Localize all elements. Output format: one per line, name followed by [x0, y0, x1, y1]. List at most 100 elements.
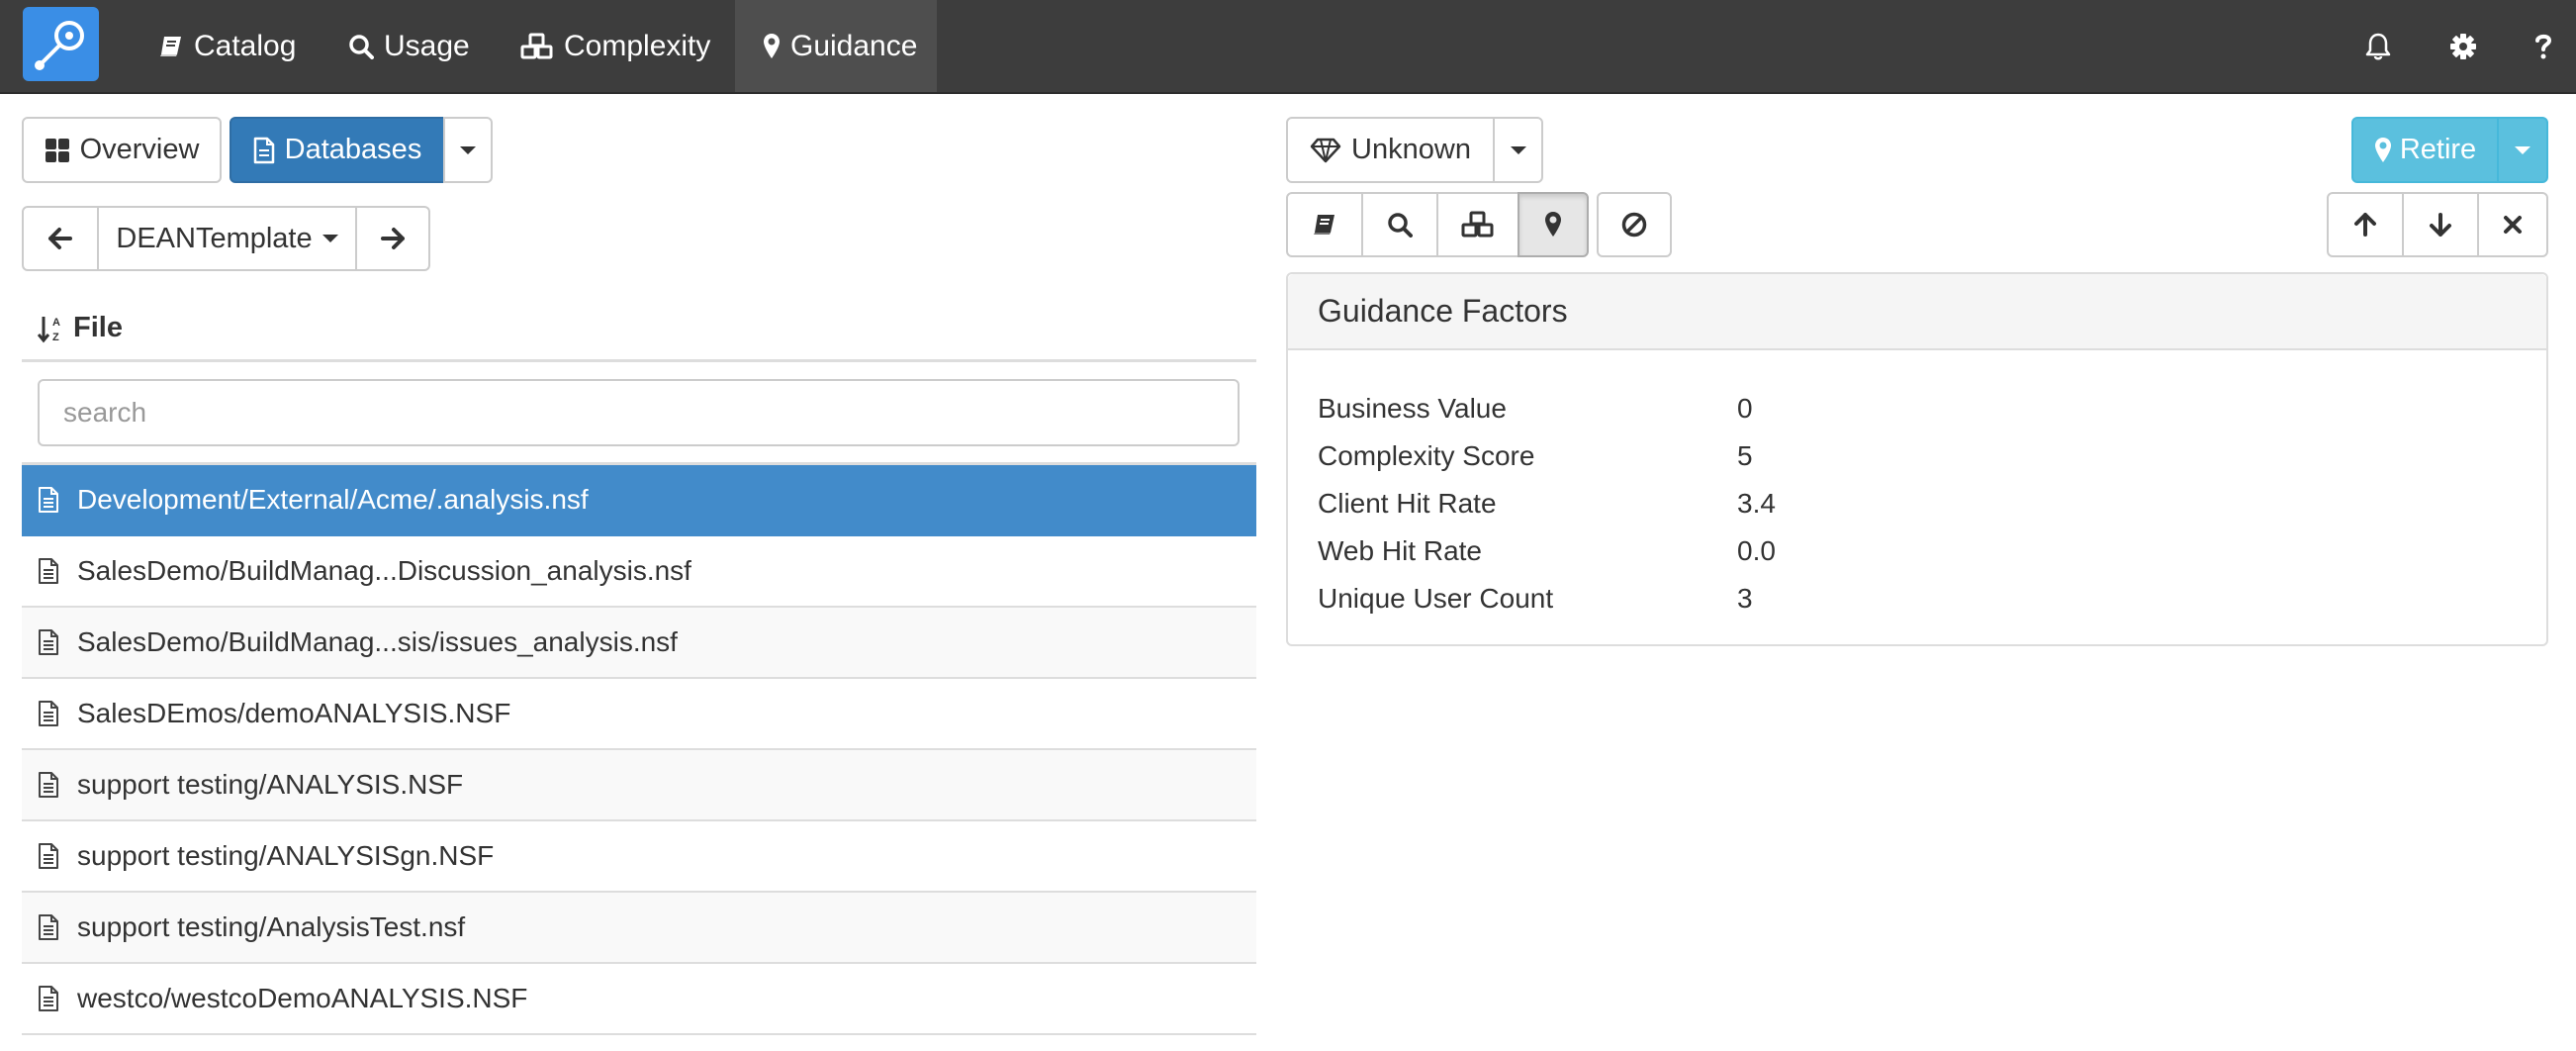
file-name: SalesDEmos/demoANALYSIS.NSF — [77, 698, 511, 728]
book-icon — [160, 36, 181, 56]
template-label: DEANTemplate — [116, 222, 313, 254]
retire-button[interactable]: Retire — [2351, 117, 2499, 183]
databases-dropdown-toggle[interactable] — [443, 117, 493, 183]
file-text-icon — [39, 914, 58, 940]
search-icon — [349, 34, 374, 59]
settings-button[interactable] — [2443, 0, 2483, 92]
factor-row: Unique User Count 3 — [1318, 575, 1776, 622]
book-icon — [1314, 215, 1334, 235]
move-down-button[interactable] — [2402, 192, 2479, 257]
caret-down-icon — [460, 145, 476, 154]
factor-value: 0.0 — [1737, 535, 1776, 566]
file-row[interactable]: SalesDEmos/demoANALYSIS.NSF — [22, 679, 1256, 750]
databases-label: Databases — [284, 134, 422, 165]
help-button[interactable] — [2529, 0, 2558, 92]
factor-value: 0 — [1737, 393, 1753, 424]
caret-down-icon — [322, 235, 338, 242]
business-value-dropdown-toggle[interactable] — [1493, 117, 1543, 183]
factor-value: 5 — [1737, 440, 1753, 471]
file-row[interactable]: westco/westcoDemoANALYSIS.NSF — [22, 964, 1256, 1035]
file-name: Development/External/Acme/.analysis.nsf — [77, 484, 589, 515]
file-row[interactable]: SalesDemo/BuildManag...sis/issues_analys… — [22, 608, 1256, 679]
nav-guidance-label: Guidance — [790, 29, 918, 62]
search-icon — [1388, 213, 1413, 238]
svg-text:Z: Z — [52, 332, 59, 343]
factor-row: Business Value 0 — [1318, 385, 1776, 432]
move-up-button[interactable] — [2327, 192, 2404, 257]
nav-usage[interactable]: Usage — [348, 0, 470, 92]
business-value-label: Unknown — [1351, 134, 1471, 165]
sort-by-file-header[interactable]: AZ File — [22, 297, 1256, 362]
search-input[interactable] — [38, 379, 1240, 446]
diamond-icon — [1310, 138, 1341, 162]
view-usage-button[interactable] — [1361, 192, 1438, 257]
file-row[interactable]: support testing/AnalysisTest.nsf — [22, 893, 1256, 964]
map-marker-icon — [1545, 212, 1561, 237]
question-icon — [2535, 34, 2552, 58]
file-text-icon — [39, 629, 58, 655]
factor-row: Complexity Score 5 — [1318, 432, 1776, 480]
retire-label: Retire — [2399, 134, 2477, 165]
overview-label: Overview — [79, 134, 200, 165]
file-name: SalesDemo/BuildManag...sis/issues_analys… — [77, 626, 678, 657]
file-row[interactable]: support testing/ANALYSISgn.NSF — [22, 821, 1256, 893]
panel-title: Guidance Factors — [1288, 274, 2546, 350]
arrow-down-icon — [2430, 213, 2451, 237]
arrow-left-icon — [48, 228, 72, 249]
map-marker-icon — [2374, 137, 2391, 162]
arrow-right-icon — [381, 228, 405, 249]
close-button[interactable] — [2477, 192, 2548, 257]
databases-button[interactable]: Databases — [230, 117, 445, 183]
file-text-icon — [39, 701, 58, 726]
nav-catalog[interactable]: Catalog — [158, 0, 296, 92]
factor-row: Client Hit Rate 3.4 — [1318, 480, 1776, 527]
nav-complexity[interactable]: Complexity — [520, 0, 710, 92]
top-navbar: Catalog Usage Complexity Guidance — [0, 0, 2576, 94]
grid-icon — [45, 138, 69, 162]
view-catalog-button[interactable] — [1286, 192, 1363, 257]
arrow-up-icon — [2354, 213, 2376, 237]
caret-down-icon — [1510, 145, 1526, 154]
template-dropdown[interactable]: DEANTemplate — [97, 206, 357, 271]
nav-guidance[interactable]: Guidance — [735, 0, 937, 92]
file-row[interactable]: Development/External/Acme/.analysis.nsf — [22, 465, 1256, 536]
factors-list: Business Value 0 Complexity Score 5 Client H… — [1318, 385, 1776, 622]
file-name: support testing/ANALYSISgn.NSF — [77, 840, 495, 871]
next-button[interactable] — [355, 206, 430, 271]
file-name: support testing/ANALYSIS.NSF — [77, 769, 464, 800]
factor-label: Web Hit Rate — [1318, 535, 1482, 566]
close-icon — [2504, 216, 2522, 234]
factor-label: Client Hit Rate — [1318, 488, 1497, 519]
file-row[interactable]: SalesDemo/BuildManag...Discussion_analys… — [22, 536, 1256, 608]
cubes-icon — [520, 33, 553, 58]
guidance-factors-panel: Guidance Factors Business Value 0 Complexi… — [1286, 272, 2548, 646]
previous-button[interactable] — [22, 206, 99, 271]
gear-icon — [2450, 33, 2476, 59]
caret-down-icon — [2515, 145, 2530, 154]
file-icon — [253, 137, 274, 163]
view-guidance-button[interactable] — [1518, 192, 1589, 257]
overview-button[interactable]: Overview — [22, 117, 222, 183]
factor-label: Unique User Count — [1318, 583, 1554, 614]
file-name: westco/westcoDemoANALYSIS.NSF — [77, 983, 528, 1013]
svg-text:A: A — [52, 317, 60, 329]
retire-dropdown-toggle[interactable] — [2497, 117, 2548, 183]
exclude-button[interactable] — [1597, 192, 1672, 257]
file-list: Development/External/Acme/.analysis.nsf S… — [22, 465, 1256, 1035]
nav-complexity-label: Complexity — [564, 29, 711, 62]
file-text-icon — [39, 772, 58, 798]
file-text-icon — [39, 558, 58, 584]
sort-alpha-icon: AZ — [38, 316, 60, 343]
cubes-icon — [1461, 211, 1494, 238]
logo-icon[interactable] — [23, 7, 99, 81]
factor-value: 3.4 — [1737, 488, 1776, 519]
nav-catalog-label: Catalog — [194, 29, 297, 62]
business-value-button[interactable]: Unknown — [1286, 117, 1495, 183]
file-name: support testing/AnalysisTest.nsf — [77, 911, 466, 942]
file-name: SalesDemo/BuildManag...Discussion_analys… — [77, 555, 691, 586]
factor-label: Business Value — [1318, 393, 1507, 424]
file-text-icon — [39, 487, 58, 513]
file-row[interactable]: support testing/ANALYSIS.NSF — [22, 750, 1256, 821]
view-complexity-button[interactable] — [1436, 192, 1519, 257]
notifications-button[interactable] — [2358, 0, 2398, 92]
